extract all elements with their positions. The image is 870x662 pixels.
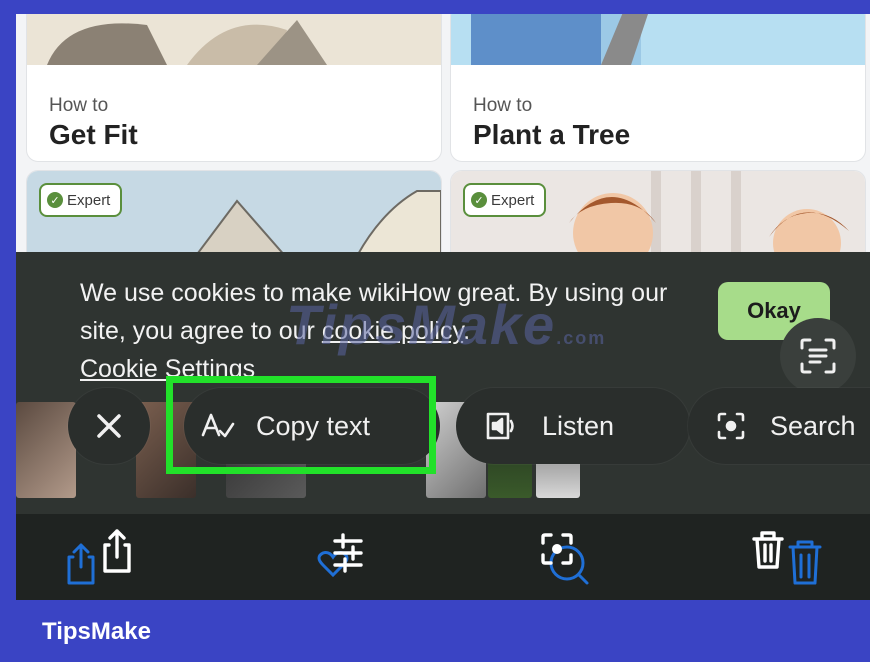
card-howto-label: How to xyxy=(473,95,533,116)
trash-icon xyxy=(752,531,822,585)
adjust-button[interactable] xyxy=(300,522,380,592)
article-image xyxy=(27,14,441,65)
expert-badge: ✓ Expert xyxy=(39,183,123,217)
article-image xyxy=(451,14,865,65)
adjust-icon xyxy=(317,533,363,578)
card-title: Get Fit xyxy=(49,119,138,150)
cookie-banner: We use cookies to make wikiHow great. By… xyxy=(16,252,870,600)
phone-screen: How to Get Fit How to Plant a Tree ✓ Exp… xyxy=(16,14,870,600)
check-icon: ✓ xyxy=(47,192,63,208)
watermark-suffix: .com xyxy=(556,328,607,348)
watermark: TipsMake.com xyxy=(286,292,606,357)
close-button[interactable] xyxy=(68,388,150,464)
check-icon: ✓ xyxy=(471,192,487,208)
watermark-text: TipsMake xyxy=(286,293,557,356)
card-title: Plant a Tree xyxy=(473,119,631,150)
live-text-icon xyxy=(800,338,836,374)
visual-lookup-button[interactable] xyxy=(524,522,604,592)
speaker-icon xyxy=(484,410,518,442)
thumbnail[interactable] xyxy=(16,402,76,498)
listen-label: Listen xyxy=(542,410,615,441)
visual-lookup-icon xyxy=(541,533,589,585)
expert-badge-label: Expert xyxy=(491,191,535,209)
delete-button[interactable] xyxy=(746,522,826,592)
live-text-button[interactable] xyxy=(780,318,856,394)
photo-toolbar xyxy=(16,514,870,600)
expert-badge: ✓ Expert xyxy=(463,183,547,217)
article-card-get-fit[interactable]: How to Get Fit xyxy=(26,14,442,162)
close-icon xyxy=(97,414,121,438)
search-button[interactable]: Search xyxy=(688,388,870,464)
share-button[interactable] xyxy=(60,522,140,592)
share-icon xyxy=(67,529,131,585)
card-howto-label: How to xyxy=(49,95,109,116)
visual-search-icon xyxy=(716,411,746,441)
expert-badge-label: Expert xyxy=(67,191,111,209)
listen-button[interactable]: Listen xyxy=(456,388,690,464)
article-card-plant-a-tree[interactable]: How to Plant a Tree xyxy=(450,14,866,162)
search-label: Search xyxy=(770,410,856,441)
brand-label: TipsMake xyxy=(42,618,151,645)
highlight-box xyxy=(166,376,436,474)
